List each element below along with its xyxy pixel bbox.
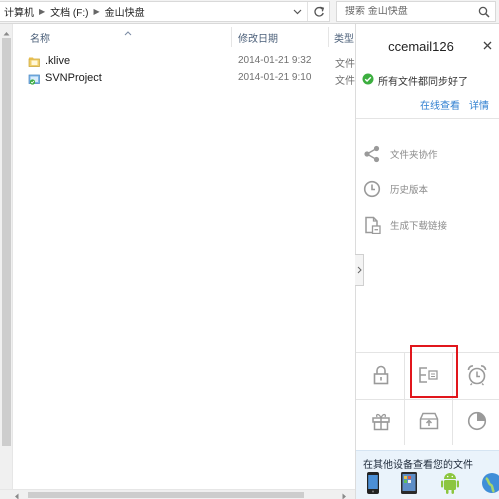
breadcrumb-drive[interactable]: 文档 (F:): [50, 4, 88, 19]
pie-chart-button[interactable]: [452, 399, 499, 445]
column-name[interactable]: 名称: [30, 30, 50, 45]
history-versions-button[interactable]: 历史版本: [362, 179, 428, 199]
kuaipan-side-panel: ccemail126 所有文件都同步好了 在线查看 详情 文件夹协作 历史版本 …: [355, 24, 499, 499]
gift-button[interactable]: [356, 399, 406, 445]
file-name: SVNProject: [45, 72, 102, 84]
sync-status-text: 所有文件都同步好了: [378, 77, 468, 88]
chevron-down-icon[interactable]: [289, 2, 305, 21]
sync-status: 所有文件都同步好了: [362, 73, 468, 88]
alarm-clock-button[interactable]: [452, 353, 499, 399]
file-type: 文件: [335, 59, 355, 70]
horizontal-scrollbar[interactable]: [0, 489, 355, 499]
check-circle-icon: [362, 73, 374, 88]
breadcrumb-folder[interactable]: 金山快盘: [105, 4, 145, 19]
scroll-left-icon[interactable]: [14, 491, 19, 499]
breadcrumb-computer[interactable]: 计算机: [4, 4, 34, 19]
vertical-scrollbar[interactable]: [0, 24, 13, 489]
action-label: 文件夹协作: [390, 150, 438, 161]
breadcrumb: 计算机 ▶ 文档 (F:) ▶ 金山快盘: [4, 4, 145, 19]
action-label: 历史版本: [390, 185, 429, 196]
devices-title: 在其他设备查看您的文件: [363, 460, 473, 471]
archive-upload-icon: [419, 412, 439, 433]
iphone-icon[interactable]: [366, 471, 380, 498]
search-box[interactable]: [336, 1, 496, 22]
chevron-right-icon[interactable]: ▶: [93, 7, 99, 16]
file-row[interactable]: .klive 2014-01-21 9:32 文件: [26, 53, 355, 70]
collapse-panel-button[interactable]: [355, 254, 364, 286]
column-header: 名称 修改日期 类型: [0, 27, 355, 47]
sort-ascending-icon: [124, 27, 132, 39]
file-date: 2014-01-21 9:10: [238, 72, 312, 83]
toolbar: 计算机 ▶ 文档 (F:) ▶ 金山快盘: [0, 0, 499, 24]
column-date[interactable]: 修改日期: [238, 30, 278, 45]
file-list: 名称 修改日期 类型 .klive 2014-01-21 9:32 文件 SVN…: [0, 24, 355, 489]
clock-icon: [362, 179, 382, 199]
link-file-icon: [362, 215, 382, 235]
file-row[interactable]: SVNProject 2014-01-21 9:10 文件: [26, 70, 355, 87]
lock-button[interactable]: [356, 353, 406, 399]
file-type: 文件: [335, 76, 355, 87]
address-bar[interactable]: 计算机 ▶ 文档 (F:) ▶ 金山快盘: [0, 1, 330, 22]
folder-collab-button[interactable]: 文件夹协作: [362, 144, 438, 164]
gift-icon: [371, 411, 391, 434]
download-link-button[interactable]: 生成下载链接: [362, 215, 447, 235]
scrollbar-thumb[interactable]: [2, 38, 11, 446]
other-devices-bar: 在其他设备查看您的文件: [356, 450, 499, 499]
close-icon[interactable]: [483, 41, 492, 53]
scroll-right-icon[interactable]: [342, 491, 347, 499]
column-divider[interactable]: [328, 27, 329, 47]
folder-icon: [28, 55, 41, 68]
details-link[interactable]: 详情: [469, 97, 489, 112]
archive-upload-button[interactable]: [404, 399, 454, 445]
account-name: ccemail126: [388, 39, 454, 54]
alarm-clock-icon: [466, 364, 488, 389]
chevron-right-icon[interactable]: ▶: [39, 7, 45, 16]
scrollbar-thumb[interactable]: [28, 492, 304, 498]
file-date: 2014-01-21 9:32: [238, 55, 312, 66]
file-name: .klive: [45, 55, 71, 67]
share-icon: [362, 144, 382, 164]
column-divider[interactable]: [231, 27, 232, 47]
lock-icon: [372, 365, 390, 388]
pie-chart-icon: [467, 411, 487, 434]
column-type[interactable]: 类型: [334, 30, 354, 45]
search-icon[interactable]: [478, 6, 490, 21]
globe-icon[interactable]: [480, 471, 499, 498]
search-input[interactable]: [345, 6, 473, 17]
view-online-link[interactable]: 在线查看: [420, 97, 460, 112]
refresh-icon[interactable]: [307, 2, 329, 21]
divider: [356, 118, 499, 119]
android-icon[interactable]: [440, 471, 460, 498]
synced-folder-icon: [28, 72, 41, 85]
action-label: 生成下载链接: [390, 221, 448, 232]
highlight-box: [410, 345, 458, 398]
ipad-icon[interactable]: [400, 471, 418, 498]
